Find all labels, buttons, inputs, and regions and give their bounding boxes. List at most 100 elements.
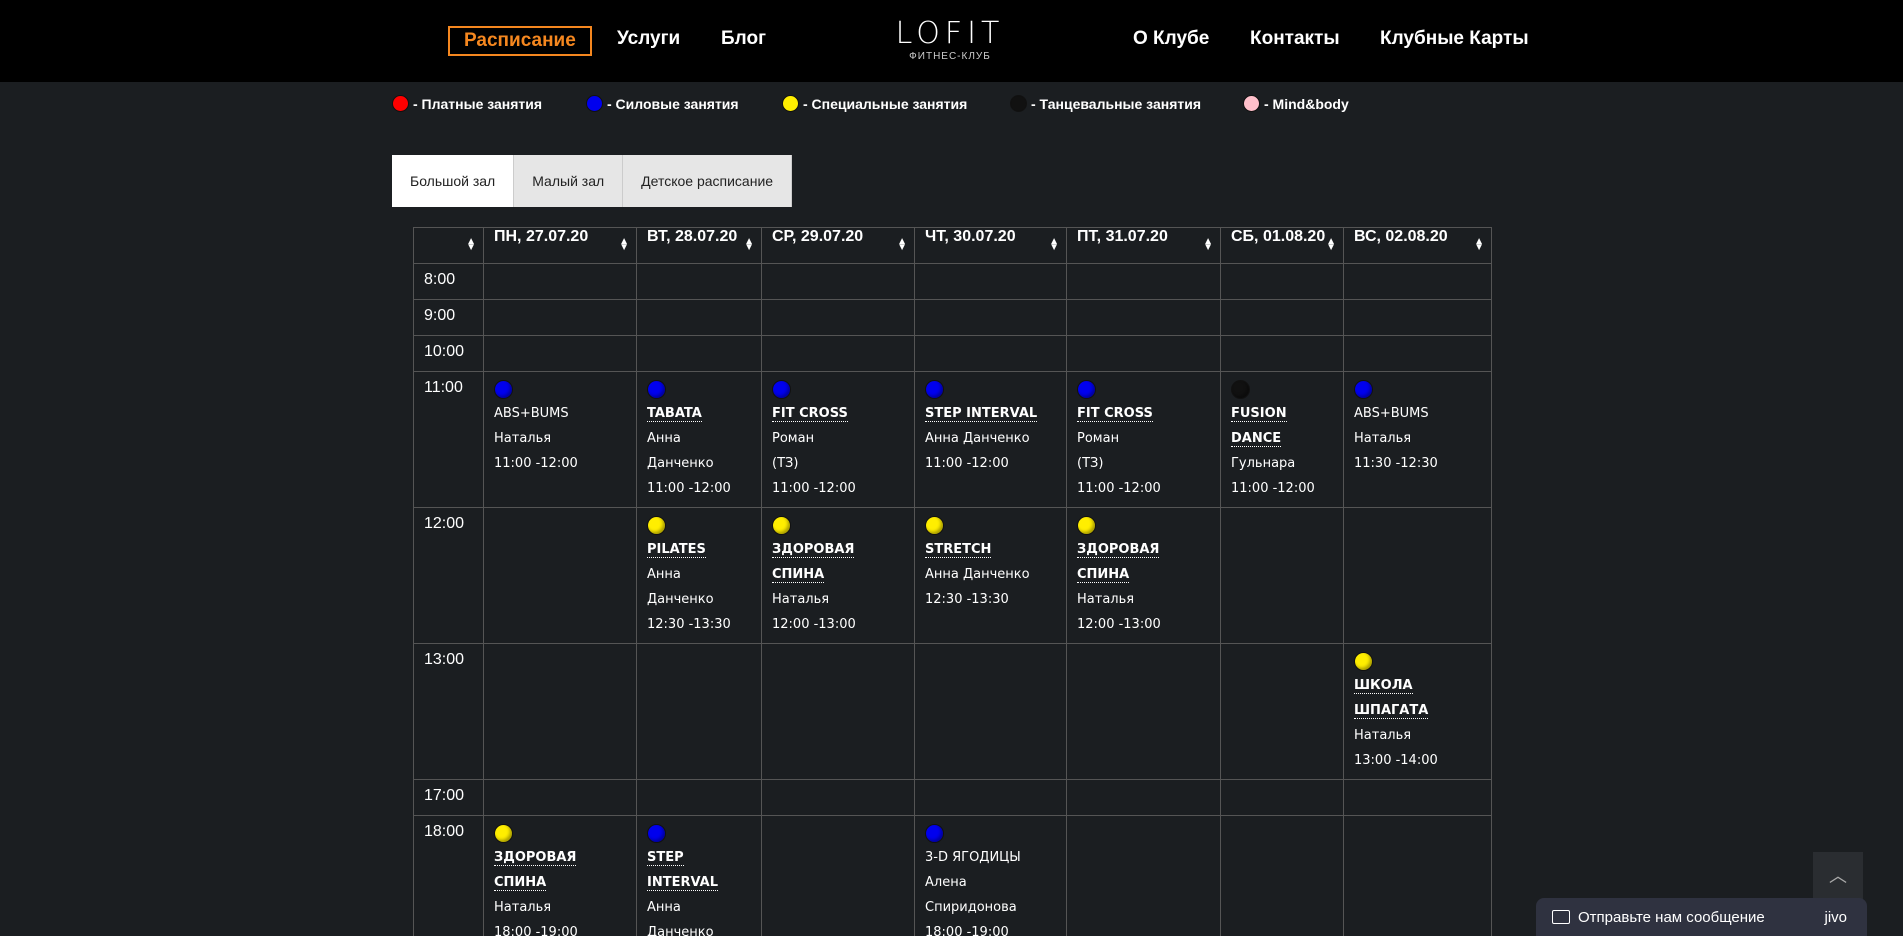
day-header[interactable]: ВС, 02.08.20 ▲ ▼	[1343, 227, 1492, 264]
nav-contacts[interactable]: Контакты	[1250, 26, 1340, 56]
class-title[interactable]: ЗДОРОВАЯ СПИНА	[494, 850, 577, 891]
class-info: Анна	[647, 567, 681, 582]
schedule-cell	[1220, 643, 1344, 780]
day-header[interactable]: СР, 29.07.20 ▲ ▼	[761, 227, 915, 264]
class-info: Наталья	[494, 431, 552, 446]
class-title[interactable]: STRETCH	[925, 542, 992, 558]
class-title[interactable]: ШКОЛА ШПАГАТА	[1354, 678, 1429, 719]
class-info: Анна	[647, 900, 681, 915]
schedule-cell: ЗДОРОВАЯ СПИНА Наталья 12:00 -13:00	[1066, 507, 1221, 644]
class-time: 11:00 -12:00	[1231, 481, 1315, 496]
day-header[interactable]: ВТ, 28.07.20 ▲ ▼	[636, 227, 762, 264]
schedule-cell: FUSION DANCE Гульнара 11:00 -12:00	[1220, 371, 1344, 508]
class-time: 11:00 -12:00	[772, 481, 856, 496]
nav-services[interactable]: Услуги	[617, 26, 680, 56]
class-type-dot-icon	[925, 824, 944, 843]
schedule-cell: ЗДОРОВАЯ СПИНА Наталья 12:00 -13:00	[761, 507, 915, 644]
day-label: ВТ, 28.07.20	[647, 228, 738, 245]
yellow-dot-icon	[782, 95, 799, 112]
sort-icon: ▲ ▼	[897, 236, 907, 253]
hall-tabs: Большой зал Малый зал Детское расписание	[392, 155, 793, 207]
class-title[interactable]: FIT CROSS	[772, 406, 848, 422]
time-column-header[interactable]: ▲ ▼	[413, 227, 484, 264]
class-title[interactable]: FIT CROSS	[1077, 406, 1153, 422]
class-info: Гульнара	[1231, 456, 1296, 471]
class-info: Спиридонова	[925, 900, 1017, 915]
class-type-dot-icon	[1077, 516, 1096, 535]
tab-big-hall[interactable]: Большой зал	[392, 155, 515, 207]
nav-blog[interactable]: Блог	[721, 26, 766, 56]
nav-about[interactable]: О Клубе	[1133, 26, 1209, 56]
chat-widget[interactable]: Отправьте нам сообщение jivo	[1536, 898, 1867, 936]
class-type-dot-icon	[1077, 380, 1096, 399]
logo-wordmark: LOFIT	[895, 16, 1005, 51]
table-row: 9:00	[413, 299, 1492, 336]
legend-item-paid: - Платные занятия	[392, 93, 542, 115]
class-type-dot-icon	[1354, 380, 1373, 399]
class-time: 13:00 -14:00	[1354, 753, 1438, 768]
class-type-dot-icon	[772, 516, 791, 535]
schedule-cell	[1343, 815, 1492, 936]
schedule-cell: 3-D ЯГОДИЦЫ Алена Спиридонова 18:00 -19:00	[914, 815, 1067, 936]
schedule-cell	[761, 815, 915, 936]
class-title[interactable]: ЗДОРОВАЯ СПИНА	[1077, 542, 1160, 583]
class-type-dot-icon	[1231, 380, 1250, 399]
envelope-icon	[1552, 910, 1570, 924]
legend-item-special: - Специальные занятия	[782, 93, 967, 115]
time-label: 13:00	[413, 643, 484, 780]
class-info: Наталья	[494, 900, 552, 915]
class-type-dot-icon	[925, 516, 944, 535]
scroll-to-top-button[interactable]: ︿	[1813, 852, 1863, 902]
class-title[interactable]: TABATA	[647, 406, 702, 422]
legend-label: - Платные занятия	[413, 96, 543, 112]
class-time: 11:00 -12:00	[647, 481, 731, 496]
sort-icon: ▲ ▼	[744, 236, 754, 253]
table-row: 12:00 PILATES Анна Данченко 12:30 -13:30 ЗДОР…	[413, 507, 1492, 644]
class-type-dot-icon	[647, 380, 666, 399]
legend-item-mindbody: - Mind&body	[1243, 93, 1349, 115]
class-time: 12:30 -13:30	[925, 592, 1009, 607]
class-time: 11:00 -12:00	[494, 456, 578, 471]
tab-small-hall[interactable]: Малый зал	[514, 155, 624, 207]
nav-club-cards[interactable]: Клубные Карты	[1380, 26, 1529, 56]
sort-icon: ▲ ▼	[466, 236, 476, 253]
schedule-cell	[914, 643, 1067, 780]
class-title[interactable]: STEP INTERVAL	[925, 406, 1038, 422]
legend-label: - Силовые занятия	[607, 96, 739, 112]
class-info: (ТЗ)	[1077, 456, 1104, 471]
table-row: 17:00	[413, 779, 1492, 816]
class-title[interactable]: ЗДОРОВАЯ СПИНА	[772, 542, 855, 583]
class-title[interactable]: STEP INTERVAL	[647, 850, 718, 891]
legend-label: - Специальные занятия	[803, 96, 968, 112]
class-title[interactable]: FUSION DANCE	[1231, 406, 1287, 447]
schedule-cell	[1220, 815, 1344, 936]
nav-schedule[interactable]: Расписание	[448, 26, 592, 56]
schedule-cell: FIT CROSS Роман (ТЗ) 11:00 -12:00	[761, 371, 915, 508]
class-time: 12:00 -13:00	[1077, 617, 1161, 632]
class-title[interactable]: PILATES	[647, 542, 706, 558]
class-time: 18:00 -19:00	[925, 925, 1009, 936]
schedule-cell: ШКОЛА ШПАГАТА Наталья 13:00 -14:00	[1343, 643, 1492, 780]
day-header[interactable]: ПН, 27.07.20 ▲ ▼	[483, 227, 637, 264]
day-header[interactable]: ПТ, 31.07.20 ▲ ▼	[1066, 227, 1221, 264]
day-label: ВС, 02.08.20	[1354, 228, 1448, 245]
class-info: Наталья	[1077, 592, 1135, 607]
time-label: 18:00	[413, 815, 484, 936]
day-label: СР, 29.07.20	[772, 228, 864, 245]
schedule-cell: PILATES Анна Данченко 12:30 -13:30	[636, 507, 762, 644]
day-header[interactable]: ЧТ, 30.07.20 ▲ ▼	[914, 227, 1067, 264]
tab-kids-schedule[interactable]: Детское расписание	[623, 155, 793, 207]
day-header[interactable]: СБ, 01.08.20 ▲ ▼	[1220, 227, 1344, 264]
class-type-dot-icon	[647, 824, 666, 843]
table-row: 18:00 ЗДОРОВАЯ СПИНА Наталья 18:00 -19:00 ST…	[413, 815, 1492, 936]
schedule-cell: TABATA Анна Данченко 11:00 -12:00	[636, 371, 762, 508]
time-label: 17:00	[413, 779, 484, 816]
time-label: 12:00	[413, 507, 484, 644]
class-info: Анна Данченко	[925, 431, 1030, 446]
schedule-cell	[761, 643, 915, 780]
class-info: Данченко	[647, 925, 714, 936]
sort-icon: ▲ ▼	[1049, 236, 1059, 253]
logo[interactable]: LOFIT ФИТНЕС-КЛУБ	[880, 16, 1020, 63]
chevron-up-icon: ︿	[1829, 866, 1847, 887]
legend-label: - Mind&body	[1264, 96, 1349, 112]
